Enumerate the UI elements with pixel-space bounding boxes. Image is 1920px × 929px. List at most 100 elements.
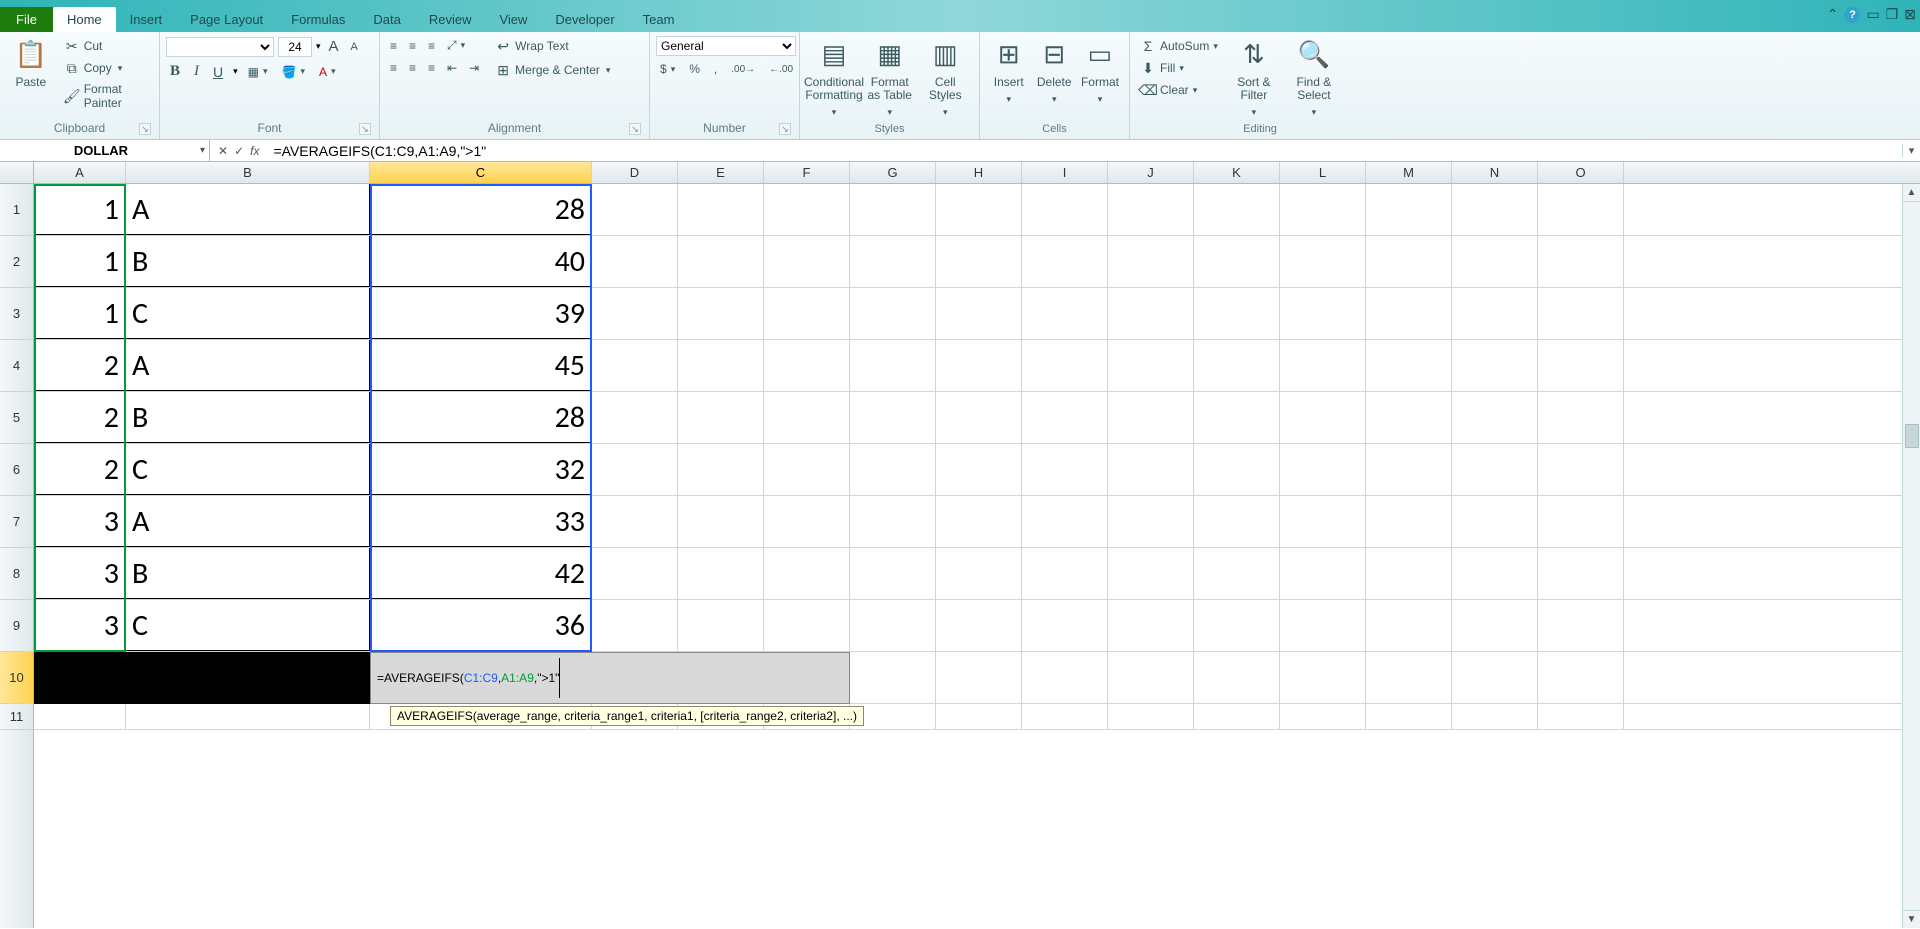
cell-O7[interactable] [1538, 496, 1624, 547]
cell-B8[interactable]: B [126, 548, 370, 599]
tab-view[interactable]: View [485, 7, 541, 32]
cell-N11[interactable] [1452, 704, 1538, 729]
cell-N5[interactable] [1452, 392, 1538, 443]
cell-J11[interactable] [1108, 704, 1194, 729]
cell-B7[interactable]: A [126, 496, 370, 547]
cell-A8[interactable]: 3 [34, 548, 126, 599]
cell-C1[interactable]: 28 [370, 184, 592, 235]
name-box-dropdown-icon[interactable]: ▾ [200, 145, 205, 156]
cell-C9[interactable]: 36 [370, 600, 592, 651]
tab-formulas[interactable]: Formulas [277, 7, 359, 32]
cell-I2[interactable] [1022, 236, 1108, 287]
row-header-1[interactable]: 1 [0, 184, 33, 236]
cell-K10[interactable] [1194, 652, 1280, 703]
cell-I3[interactable] [1022, 288, 1108, 339]
cell-C4[interactable]: 45 [370, 340, 592, 391]
bold-button[interactable]: B [166, 61, 184, 82]
cell-O3[interactable] [1538, 288, 1624, 339]
find-select-button[interactable]: 🔍Find & Select▾ [1286, 36, 1342, 121]
tab-data[interactable]: Data [359, 7, 414, 32]
cell-M3[interactable] [1366, 288, 1452, 339]
cell-L6[interactable] [1280, 444, 1366, 495]
cell-H5[interactable] [936, 392, 1022, 443]
cell-B6[interactable]: C [126, 444, 370, 495]
cell-A4[interactable]: 2 [34, 340, 126, 391]
cell-M10[interactable] [1366, 652, 1452, 703]
vertical-scrollbar[interactable]: ▲ ▼ [1902, 184, 1920, 928]
cell-H3[interactable] [936, 288, 1022, 339]
cell-N3[interactable] [1452, 288, 1538, 339]
tab-developer[interactable]: Developer [541, 7, 628, 32]
cell-J2[interactable] [1108, 236, 1194, 287]
cell-B9[interactable]: C [126, 600, 370, 651]
cell-H11[interactable] [936, 704, 1022, 729]
cell-I11[interactable] [1022, 704, 1108, 729]
cell-O9[interactable] [1538, 600, 1624, 651]
cell-M8[interactable] [1366, 548, 1452, 599]
cell-B11[interactable] [126, 704, 370, 729]
cell-N8[interactable] [1452, 548, 1538, 599]
cell-I4[interactable] [1022, 340, 1108, 391]
cell-G1[interactable] [850, 184, 936, 235]
cell-I1[interactable] [1022, 184, 1108, 235]
cell-F4[interactable] [764, 340, 850, 391]
border-button[interactable]: ▦▾ [244, 63, 272, 81]
row-header-9[interactable]: 9 [0, 600, 33, 652]
col-header-M[interactable]: M [1366, 162, 1452, 183]
col-header-G[interactable]: G [850, 162, 936, 183]
cell-L4[interactable] [1280, 340, 1366, 391]
align-middle-icon[interactable]: ≡ [405, 36, 420, 55]
cell-L9[interactable] [1280, 600, 1366, 651]
fx-icon[interactable]: fx [250, 144, 259, 158]
cell-N4[interactable] [1452, 340, 1538, 391]
cell-N6[interactable] [1452, 444, 1538, 495]
cell-F7[interactable] [764, 496, 850, 547]
cell-O5[interactable] [1538, 392, 1624, 443]
clear-button[interactable]: ⌫Clear▾ [1136, 80, 1222, 100]
cell-E7[interactable] [678, 496, 764, 547]
cell-J7[interactable] [1108, 496, 1194, 547]
cell-L8[interactable] [1280, 548, 1366, 599]
cell-I6[interactable] [1022, 444, 1108, 495]
col-header-A[interactable]: A [34, 162, 126, 183]
cell-D8[interactable] [592, 548, 678, 599]
cell-E1[interactable] [678, 184, 764, 235]
cell-F3[interactable] [764, 288, 850, 339]
decrease-indent-icon[interactable]: ⇤ [443, 59, 461, 77]
paste-button[interactable]: 📋 Paste [6, 36, 56, 112]
cut-button[interactable]: ✂Cut [60, 36, 153, 56]
fill-color-button[interactable]: 🪣▾ [278, 63, 309, 81]
cell-A5[interactable]: 2 [34, 392, 126, 443]
name-box[interactable]: ▾ [0, 140, 210, 161]
cell-L2[interactable] [1280, 236, 1366, 287]
cell-F2[interactable] [764, 236, 850, 287]
cell-K5[interactable] [1194, 392, 1280, 443]
format-as-table-button[interactable]: ▦Format as Table▾ [862, 36, 918, 121]
cell-L3[interactable] [1280, 288, 1366, 339]
col-header-H[interactable]: H [936, 162, 1022, 183]
cell-E2[interactable] [678, 236, 764, 287]
cell-K7[interactable] [1194, 496, 1280, 547]
cell-G2[interactable] [850, 236, 936, 287]
enter-formula-icon[interactable]: ✓ [234, 144, 244, 158]
cell-H7[interactable] [936, 496, 1022, 547]
help-icon[interactable]: ? [1844, 7, 1860, 23]
row-header-6[interactable]: 6 [0, 444, 33, 496]
cell-L7[interactable] [1280, 496, 1366, 547]
cell-M5[interactable] [1366, 392, 1452, 443]
align-top-icon[interactable]: ≡ [386, 36, 401, 55]
cell-H1[interactable] [936, 184, 1022, 235]
cell-D1[interactable] [592, 184, 678, 235]
cell-K2[interactable] [1194, 236, 1280, 287]
cell-K11[interactable] [1194, 704, 1280, 729]
sort-filter-button[interactable]: ⇅Sort & Filter▾ [1226, 36, 1282, 121]
decrease-decimal-button[interactable]: ←.00 [765, 60, 797, 78]
increase-decimal-button[interactable]: .00→ [727, 60, 759, 78]
cell-D6[interactable] [592, 444, 678, 495]
insert-cells-button[interactable]: ⊞Insert▾ [986, 36, 1031, 108]
cell-H2[interactable] [936, 236, 1022, 287]
cell-J4[interactable] [1108, 340, 1194, 391]
cell-K4[interactable] [1194, 340, 1280, 391]
cancel-formula-icon[interactable]: ✕ [218, 144, 228, 158]
cell-H8[interactable] [936, 548, 1022, 599]
